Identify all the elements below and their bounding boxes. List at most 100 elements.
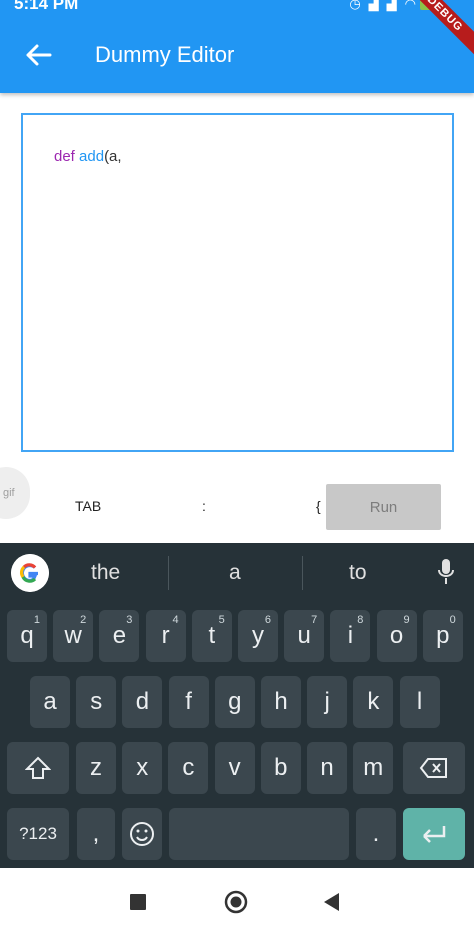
key-a[interactable]: a: [30, 676, 70, 728]
suggestion-word[interactable]: to: [349, 561, 367, 585]
code-line: def add(a,: [54, 148, 122, 165]
status-time: 5:14 PM: [14, 0, 79, 13]
suggestion-strip: the a to: [0, 543, 474, 600]
key-j[interactable]: j: [307, 676, 348, 728]
key-e[interactable]: e3: [99, 610, 140, 662]
key-q-hint: 1: [33, 614, 40, 626]
page-title: Dummy Editor: [95, 42, 235, 67]
key-w[interactable]: w2: [53, 610, 94, 662]
key-o-hint: 9: [403, 614, 410, 626]
status-icons: ◷ ▟ ▟ ◠: [349, 0, 416, 12]
key-s[interactable]: s: [76, 676, 117, 728]
arrow-back-icon[interactable]: [24, 40, 54, 70]
key-l-label: l: [416, 688, 423, 715]
brace-button[interactable]: {: [316, 498, 321, 514]
key-e-label: e: [112, 622, 127, 649]
code-function-name: add: [79, 148, 105, 165]
symbols-key[interactable]: ?123: [7, 808, 69, 860]
key-n[interactable]: n: [307, 742, 347, 794]
key-p-label: p: [436, 622, 450, 649]
key-t-hint: 5: [218, 614, 225, 626]
key-u[interactable]: u7: [284, 610, 325, 662]
key-s-label: s: [90, 688, 103, 715]
key-i-hint: 8: [357, 614, 364, 626]
code-editor[interactable]: def add(a,: [21, 113, 454, 452]
colon-button[interactable]: :: [202, 498, 206, 514]
code-args: (a,: [104, 148, 122, 165]
key-n-label: n: [320, 754, 334, 781]
key-r[interactable]: r4: [145, 610, 186, 662]
key-w-label: w: [64, 622, 82, 649]
alarm-icon: ◷: [349, 0, 361, 11]
tab-button[interactable]: TAB: [75, 498, 101, 514]
key-f-label: f: [185, 688, 192, 715]
key-z-label: z: [90, 754, 102, 781]
suggestion-divider: [168, 556, 169, 590]
key-b-label: b: [274, 754, 288, 781]
system-nav-bar: [0, 868, 474, 933]
comma-key[interactable]: ,: [77, 808, 115, 860]
microphone-icon[interactable]: [436, 557, 456, 587]
key-q-label: q: [20, 622, 34, 649]
shift-key[interactable]: [7, 742, 69, 794]
soft-keyboard: the a to ?123 , . q1w2e3r4t5y6u7i8o9p0as…: [0, 543, 474, 868]
key-e-hint: 3: [126, 614, 133, 626]
backspace-key[interactable]: [403, 742, 465, 794]
code-keyword: def: [54, 148, 75, 165]
key-g[interactable]: g: [214, 676, 255, 728]
key-k-label: k: [367, 688, 380, 715]
key-v-label: v: [228, 754, 241, 781]
backspace-icon: [419, 758, 447, 778]
suggestion-word[interactable]: the: [91, 561, 120, 585]
key-r-label: r: [161, 622, 170, 649]
key-c-label: c: [182, 754, 195, 781]
key-u-label: u: [297, 622, 311, 649]
key-q[interactable]: q1: [7, 610, 47, 662]
key-h[interactable]: h: [261, 676, 301, 728]
key-o-label: o: [389, 622, 404, 649]
key-y[interactable]: y6: [238, 610, 278, 662]
key-r-hint: 4: [172, 614, 179, 626]
key-b[interactable]: b: [260, 742, 301, 794]
key-v[interactable]: v: [214, 742, 255, 794]
signal-icon-2: ▟: [386, 0, 397, 11]
recents-icon[interactable]: [129, 893, 147, 911]
google-icon[interactable]: [11, 554, 49, 592]
run-button[interactable]: Run: [326, 484, 441, 530]
key-p-hint: 0: [449, 614, 456, 626]
key-l[interactable]: l: [399, 676, 440, 728]
app-bar: 5:14 PM ◷ ▟ ▟ ◠ 85 DEBUG Dummy Editor: [0, 0, 474, 93]
key-i-label: i: [347, 622, 354, 649]
wifi-icon: ◠: [404, 0, 416, 11]
suggestion-divider: [302, 556, 303, 590]
key-m-label: m: [363, 754, 384, 781]
key-f[interactable]: f: [168, 676, 209, 728]
key-a-label: a: [43, 688, 57, 715]
key-d-label: d: [135, 688, 150, 715]
emoji-icon: [130, 822, 154, 846]
key-t-label: t: [208, 622, 216, 649]
status-bar: 5:14 PM ◷ ▟ ▟ ◠ 85 DEBUG: [0, 0, 474, 59]
key-p[interactable]: p0: [422, 610, 463, 662]
enter-key[interactable]: [403, 808, 465, 860]
key-y-hint: 6: [264, 614, 271, 626]
back-nav-icon[interactable]: [322, 892, 340, 912]
home-icon[interactable]: [224, 890, 248, 914]
key-z[interactable]: z: [76, 742, 116, 794]
key-i[interactable]: i8: [330, 610, 371, 662]
key-k[interactable]: k: [353, 676, 394, 728]
key-t[interactable]: t5: [191, 610, 232, 662]
key-o[interactable]: o9: [376, 610, 417, 662]
key-c[interactable]: c: [168, 742, 209, 794]
gif-button[interactable]: gif: [0, 467, 30, 519]
emoji-key[interactable]: [122, 808, 162, 860]
key-m[interactable]: m: [353, 742, 394, 794]
key-x[interactable]: x: [122, 742, 163, 794]
suggestion-word[interactable]: a: [229, 561, 241, 585]
signal-icon: ▟: [368, 0, 379, 11]
key-g-label: g: [228, 688, 242, 715]
period-key[interactable]: .: [356, 808, 396, 860]
key-d[interactable]: d: [122, 676, 163, 728]
space-key[interactable]: [169, 808, 349, 860]
gif-label: gif: [3, 487, 15, 499]
